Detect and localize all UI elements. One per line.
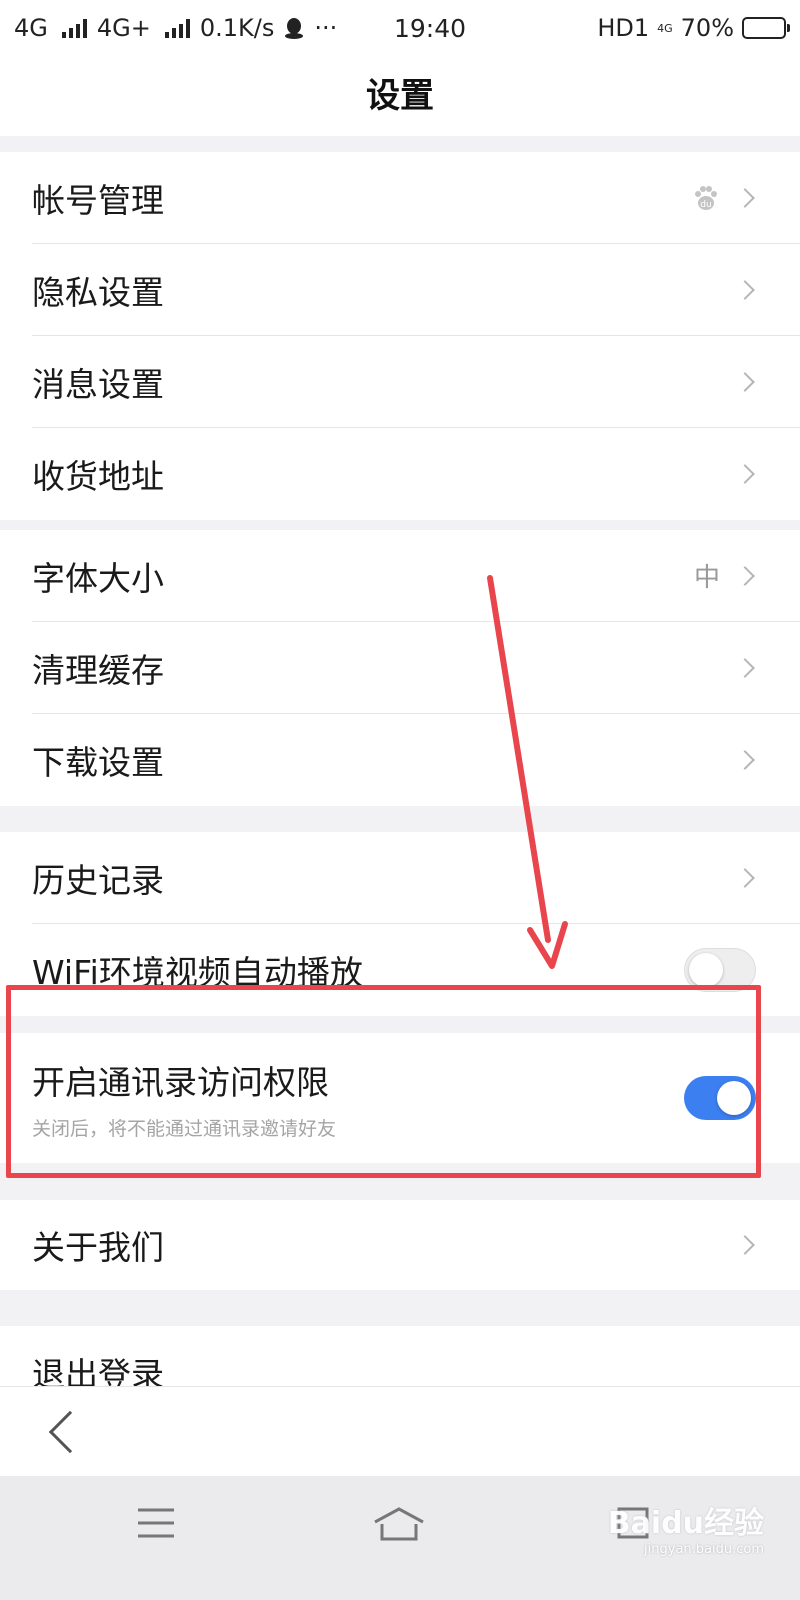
settings-row-download[interactable]: 下载设置 xyxy=(32,714,800,806)
settings-row-messages[interactable]: 消息设置 xyxy=(32,336,800,428)
bottom-back-bar xyxy=(0,1386,800,1476)
settings-group-about: 关于我们 xyxy=(0,1200,800,1290)
chevron-right-icon xyxy=(735,371,755,392)
hd-indicator: HD1 xyxy=(597,14,650,42)
page-title: 设置 xyxy=(0,56,800,136)
settings-row-about-us[interactable]: 关于我们 xyxy=(32,1200,800,1290)
battery-percent: 70% xyxy=(680,14,734,42)
battery-icon xyxy=(742,17,790,39)
toggle-knob xyxy=(689,953,723,987)
network-type-2: 4G+ xyxy=(96,14,151,42)
settings-row-clear-cache[interactable]: 清理缓存 xyxy=(32,622,800,714)
row-label: 下载设置 xyxy=(32,743,164,782)
chevron-right-icon xyxy=(735,867,755,888)
chevron-right-icon xyxy=(735,565,755,586)
row-label: 消息设置 xyxy=(32,364,164,404)
signal-icon-2 xyxy=(164,18,190,38)
qq-icon xyxy=(285,18,304,39)
system-navigation-bar: Baidu经验 jingyan.baidu.com xyxy=(0,1476,800,1600)
back-arrow-icon[interactable] xyxy=(48,1410,92,1454)
row-label: 帐号管理 xyxy=(32,180,164,220)
network-type-3: 4G xyxy=(657,21,673,35)
settings-row-shipping-address[interactable]: 收货地址 xyxy=(32,428,800,520)
baidu-jingyan-watermark: Baidu经验 jingyan.baidu.com xyxy=(608,1498,764,1557)
chevron-right-icon xyxy=(735,657,755,678)
status-time: 19:40 xyxy=(393,13,467,43)
chevron-right-icon xyxy=(735,187,755,208)
baidu-paw-icon: du xyxy=(692,184,720,212)
network-type-1: 4G xyxy=(14,14,48,42)
home-icon[interactable] xyxy=(372,1506,426,1542)
chevron-right-icon xyxy=(735,1235,755,1255)
row-label: 清理缓存 xyxy=(32,650,164,690)
row-label: 关于我们 xyxy=(32,1228,164,1267)
row-label: 字体大小 xyxy=(32,558,164,598)
settings-row-font-size[interactable]: 字体大小 中 xyxy=(32,530,800,622)
row-label: 收货地址 xyxy=(32,457,164,496)
menu-icon[interactable] xyxy=(136,1506,176,1540)
chevron-right-icon xyxy=(735,464,755,484)
settings-row-account-management[interactable]: 帐号管理 du xyxy=(32,152,800,244)
settings-row-history[interactable]: 历史记录 xyxy=(32,832,800,924)
watermark-text: Baidu经验 xyxy=(607,1506,764,1541)
annotation-highlight-box xyxy=(6,985,761,1178)
settings-group-display: 字体大小 中 清理缓存 下载设置 xyxy=(0,530,800,806)
signal-icon-1 xyxy=(61,18,87,38)
settings-group-account: 帐号管理 du 隐私设置 消息设置 收货地址 xyxy=(0,152,800,520)
row-label: 历史记录 xyxy=(32,860,164,900)
more-notifications-icon: ··· xyxy=(314,14,338,42)
svg-text:du: du xyxy=(700,200,711,210)
chevron-right-icon xyxy=(735,750,755,770)
font-size-value: 中 xyxy=(693,563,720,593)
row-label: 隐私设置 xyxy=(32,272,164,312)
settings-row-privacy[interactable]: 隐私设置 xyxy=(32,244,800,336)
watermark-sub: jingyan.baidu.com xyxy=(644,1542,764,1557)
network-speed: 0.1K/s xyxy=(199,14,275,42)
chevron-right-icon xyxy=(735,279,755,300)
status-left: 4G 4G+ 0.1K/s ··· xyxy=(14,14,354,42)
status-right: HD1 4G 70% xyxy=(597,14,790,42)
status-bar: 4G 4G+ 0.1K/s ··· 19:40 HD1 4G 70% xyxy=(0,0,800,56)
